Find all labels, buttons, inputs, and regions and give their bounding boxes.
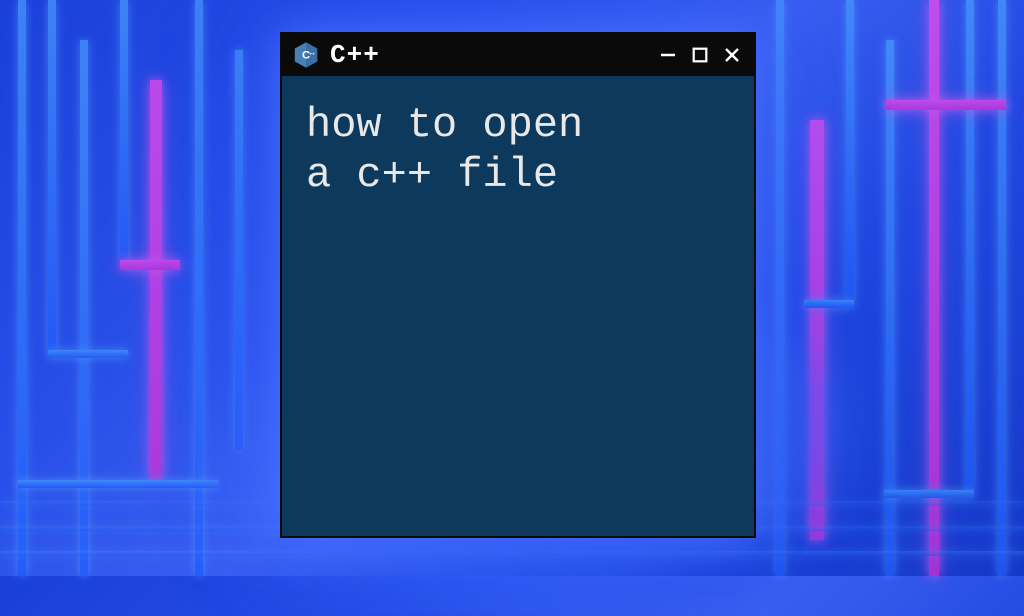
window-controls <box>656 43 744 67</box>
terminal-window: C ++ C++ how to open a c++ file <box>280 32 756 538</box>
window-body: how to open a c++ file <box>282 76 754 225</box>
titlebar[interactable]: C ++ C++ <box>282 34 754 76</box>
window-title: C++ <box>330 40 380 70</box>
maximize-button[interactable] <box>688 43 712 67</box>
minimize-button[interactable] <box>656 43 680 67</box>
svg-text:++: ++ <box>310 52 316 57</box>
body-text-line-1: how to open <box>306 100 730 150</box>
svg-text:C: C <box>302 49 310 61</box>
close-button[interactable] <box>720 43 744 67</box>
body-text-line-2: a c++ file <box>306 150 730 200</box>
cpp-icon: C ++ <box>292 41 320 69</box>
